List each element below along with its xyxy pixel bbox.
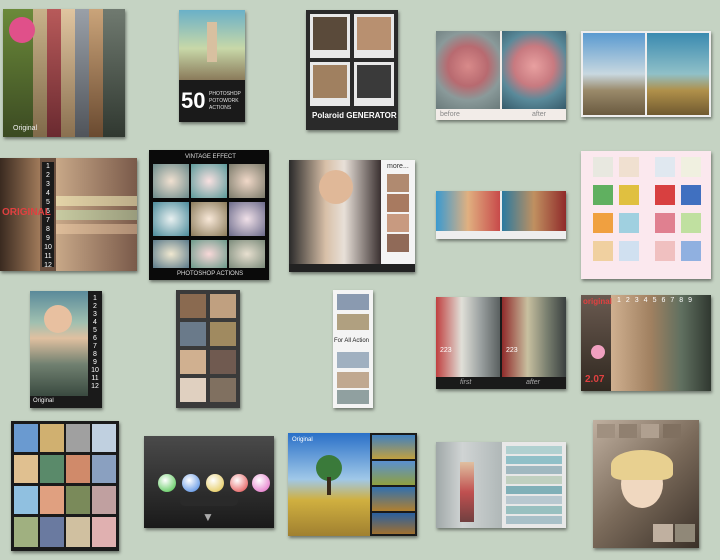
before-label: before <box>440 111 460 118</box>
version-number: 2.07 <box>585 374 605 385</box>
original-label: ORIGINAL <box>2 207 51 218</box>
thumbnail-original-tree-landscapes[interactable]: Original <box>288 433 417 536</box>
vintage-subtitle: PHOTOSHOP ACTIONS <box>177 271 244 277</box>
after-label: after <box>526 379 541 386</box>
thumbnail-label: Original <box>13 125 38 132</box>
thumbnail-woman-portrait-more[interactable]: more... <box>289 160 415 272</box>
thumbnail-original-stripes-portrait[interactable]: Original <box>3 9 125 137</box>
thumbnail-icon-grid[interactable] <box>581 151 711 279</box>
thumbnail-original-bubblegum[interactable]: 123456789 original 2.07 <box>581 295 711 391</box>
thumbnail-tram-first-after[interactable]: 223 223 first after <box>436 297 566 389</box>
poster-line-1: PHOTOSHOP <box>209 91 241 97</box>
thumbnail-polaroid-generator[interactable]: Polaroid GENERATOR V1 <box>306 10 398 130</box>
first-label: first <box>460 379 472 386</box>
polaroid-title: Polaroid GENERATOR V1 <box>312 111 398 120</box>
thumbnail-sunglasses-pair[interactable] <box>436 191 566 239</box>
poster-line-3: ACTIONS <box>209 105 232 111</box>
more-label: more... <box>387 163 409 170</box>
after-label: after <box>532 111 547 118</box>
thumbnail-blonde-portrait[interactable] <box>593 420 699 548</box>
thumbnail-50-actions-poster[interactable]: 50 PHOTOSHOP POTOWORK ACTIONS <box>179 10 245 122</box>
tram-number-left: 223 <box>440 347 452 354</box>
thumbnail-glass-buttons[interactable]: ▼ <box>144 436 274 528</box>
thumbnail-vintage-effect[interactable]: VINTAGE EFFECT PHOTOSHOP ACTIONS <box>149 150 269 280</box>
thumbnail-rose-before-after[interactable]: before after <box>436 31 566 120</box>
original-label: original <box>583 297 612 306</box>
thumbnail-photo-collage[interactable] <box>176 290 240 408</box>
vintage-title: VINTAGE EFFECT <box>185 154 236 160</box>
thumbnail-landscape-split[interactable] <box>581 31 711 117</box>
thumbnail-for-all-action[interactable]: For All Action <box>333 290 373 408</box>
tram-number-right: 223 <box>506 347 518 354</box>
big-number: 50 <box>181 88 206 113</box>
down-arrow-icon: ▼ <box>202 510 214 524</box>
thumbnail-jump-grid[interactable] <box>11 421 119 551</box>
thumbnail-original-numbered-portrait[interactable]: 1 2 3 4 5 6 7 8 9 10 11 12 ORIGINAL <box>0 158 137 271</box>
original-label: Original <box>292 437 313 443</box>
action-text: For All Action <box>334 338 370 344</box>
poster-line-2: POTOWORK <box>209 98 239 104</box>
original-label: Original <box>33 398 54 404</box>
thumbnail-original-vertical-bands[interactable]: 1 2 3 4 5 6 7 8 9 10 11 12 Original <box>30 291 102 408</box>
thumbnail-woman-wall-swatches[interactable] <box>436 442 566 528</box>
